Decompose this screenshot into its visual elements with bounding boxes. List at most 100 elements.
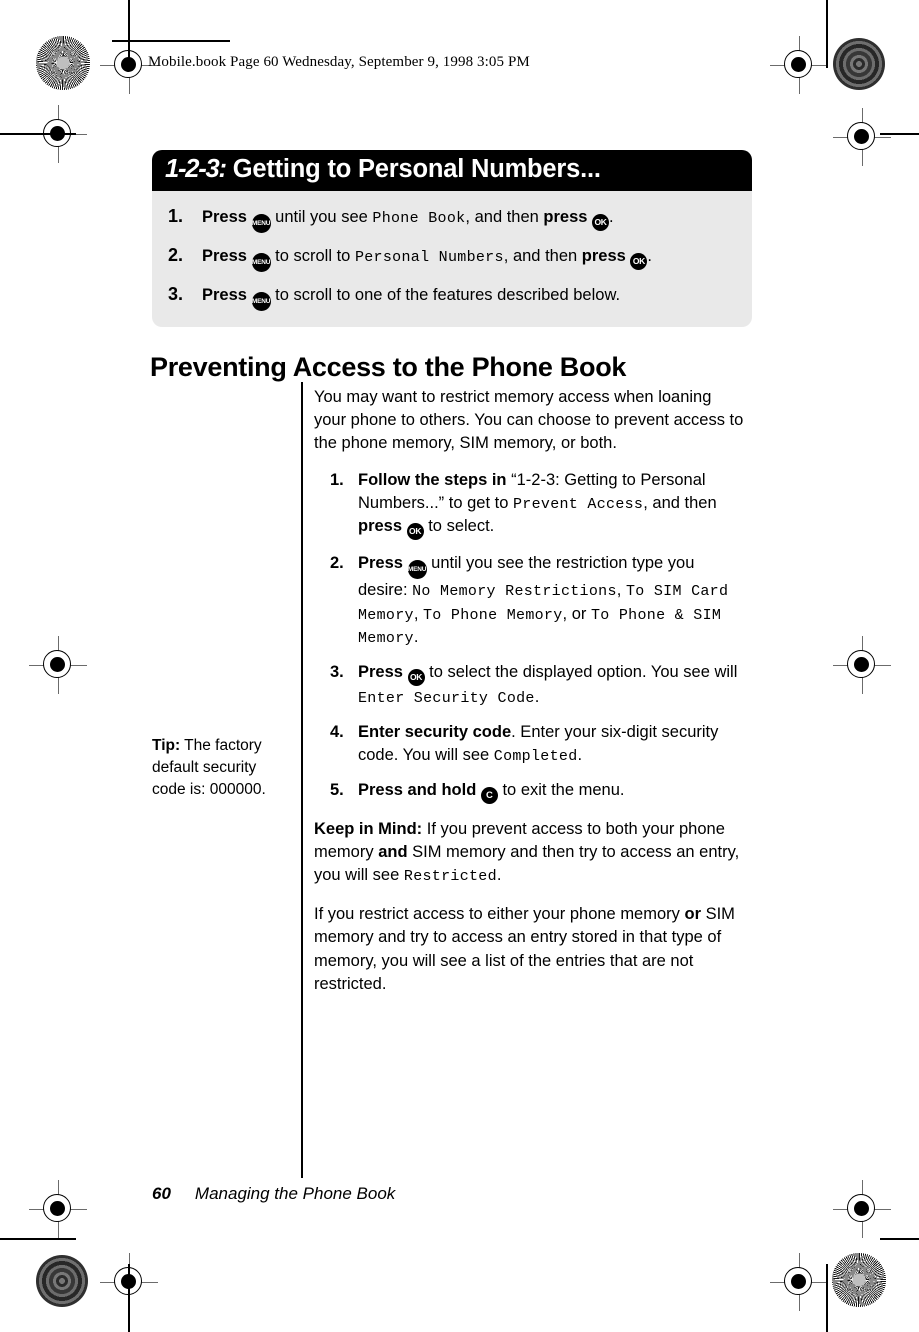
procedure-step-2-text-e: . [413, 627, 419, 646]
menu-key-icon: MENU [251, 213, 271, 233]
running-header-text: Mobile.book Page 60 Wednesday, September… [148, 54, 530, 70]
keep-in-mind-bold-a: and [378, 843, 408, 862]
trim-line-top-right-horizontal [880, 133, 919, 135]
tip-label: Tip: [152, 737, 181, 754]
menu-key-icon: MENU [251, 252, 271, 272]
callout-step-1-press2-label: press [543, 207, 588, 226]
procedure-step-4-text-b: . [577, 745, 583, 764]
keep-in-mind-text-c: . [496, 866, 502, 885]
procedure-step-3-display-a: Enter Security Code [358, 689, 535, 707]
registration-target-mark-top-right [833, 38, 885, 90]
procedure-step-3-text-b: . [534, 687, 540, 706]
trim-line-right-vertical [826, 0, 828, 68]
procedure-list: 1. Follow the steps in “1-2-3: Getting t… [314, 469, 748, 805]
page-footer: 60 Managing the Phone Book [152, 1184, 395, 1204]
trim-line-bottom-left-horizontal [0, 1238, 76, 1240]
ok-key-icon: OK [407, 668, 425, 686]
crosshair-mark-bottom-right-upper [833, 1180, 891, 1238]
procedure-step-3-text-a: to select the displayed option. You see … [429, 662, 738, 681]
procedure-step-1-number: 1. [330, 471, 344, 490]
trim-line-top-left-horizontal [0, 133, 76, 135]
column-divider-rule [301, 382, 303, 1178]
callout-step-1-display-text: Phone Book [372, 209, 466, 227]
keep-in-mind-display-a: Restricted [403, 868, 497, 886]
callout-step-1-press-label: Press [202, 207, 247, 226]
callout-step-3-text: Press MENU to scroll to one of the featu… [202, 284, 736, 311]
keep-in-mind-paragraph: Keep in Mind: If you prevent access to b… [314, 818, 748, 887]
procedure-step-2-number: 2. [330, 554, 344, 573]
tip-note: Tip: The factory default security code i… [152, 735, 287, 801]
callout-step-2: 2. Press MENU to scroll to Personal Numb… [168, 242, 736, 272]
procedure-step-4: 4. Enter security code. Enter your six-d… [314, 721, 748, 767]
ok-key-icon: OK [592, 213, 610, 231]
menu-key-icon: MENU [251, 291, 271, 311]
procedure-step-1: 1. Follow the steps in “1-2-3: Getting t… [314, 469, 748, 541]
callout-step-1: 1. Press MENU until you see Phone Book, … [168, 203, 736, 233]
callout-step-3-mid: to scroll to one of the features describ… [275, 285, 621, 304]
callout-step-2-end: . [647, 246, 652, 265]
page-title: Preventing Access to the Phone Book [150, 352, 627, 383]
clear-key-icon: C [480, 787, 498, 805]
crosshair-mark-bottom-right-inner [770, 1253, 828, 1311]
closing-bold-a: or [684, 905, 702, 924]
procedure-step-3-text: Press OK to select the displayed option.… [358, 661, 748, 709]
callout-step-1-mid2: , and then [465, 207, 539, 226]
trim-line-bottom-right-vertical [826, 1264, 828, 1332]
procedure-step-2-bold-lead: Press [358, 554, 403, 573]
footer-chapter-title: Managing the Phone Book [194, 1184, 396, 1203]
callout-step-2-press2-label: press [581, 246, 626, 265]
procedure-step-1-bold-lead: Follow the steps in [358, 471, 507, 490]
callout-step-1-end: . [609, 207, 614, 226]
callout-step-3: 3. Press MENU to scroll to one of the fe… [168, 281, 736, 311]
callout-title-number: 1-2-3: [165, 155, 227, 183]
crosshair-mark-middle-left [29, 636, 87, 694]
registration-target-mark-bottom-left [36, 1255, 88, 1307]
trim-line-left-vertical [128, 0, 130, 68]
procedure-step-3-bold-lead: Press [358, 662, 403, 681]
procedure-step-4-bold-lead: Enter security code [358, 722, 512, 741]
callout-step-2-mid2: , and then [503, 246, 578, 265]
callout-step-1-mid: until you see [275, 207, 368, 226]
procedure-step-4-text: Enter security code. Enter your six-digi… [358, 721, 748, 767]
callout-step-2-mid: to scroll to [275, 246, 351, 265]
ok-key-icon: OK [406, 523, 424, 541]
procedure-step-5-number: 5. [330, 781, 344, 800]
callout-step-1-number: 1. [168, 205, 184, 226]
callout-step-3-press-label: Press [202, 285, 247, 304]
procedure-step-3: 3. Press OK to select the displayed opti… [314, 661, 748, 709]
registration-burst-mark-bottom-right [832, 1253, 886, 1307]
procedure-step-1-text-c: to select. [428, 517, 495, 536]
closing-paragraph: If you restrict access to either your ph… [314, 903, 748, 995]
procedure-step-2-display-a: No Memory Restrictions [412, 583, 617, 601]
procedure-step-1-display-a: Prevent Access [513, 496, 644, 514]
procedure-step-2-text-b: , [616, 581, 622, 600]
procedure-step-2-text: Press MENU until you see the restriction… [358, 552, 748, 648]
procedure-step-3-number: 3. [330, 662, 344, 681]
trim-line-bottom-left-vertical [128, 1264, 130, 1332]
callout-step-2-display-text: Personal Numbers [354, 248, 504, 266]
footer-page-number: 60 [152, 1184, 171, 1203]
procedure-step-4-display-a: Completed [493, 747, 578, 765]
intro-paragraph: You may want to restrict memory access w… [314, 388, 744, 453]
procedure-step-5-text-a: to exit the menu. [502, 781, 625, 800]
procedure-step-2-display-c: To Phone Memory [423, 606, 563, 624]
callout-title-bar: 1-2-3: Getting to Personal Numbers... [152, 150, 752, 191]
callout-step-2-text: Press MENU to scroll to Personal Numbers… [202, 245, 736, 272]
closing-text-a: If you restrict access to either your ph… [314, 905, 680, 924]
procedure-step-1-text-b: , and then [643, 494, 717, 513]
menu-key-icon: MENU [407, 560, 427, 580]
procedure-step-2-text-d: , or [562, 604, 587, 623]
procedure-step-5-bold-lead: Press and hold [358, 781, 477, 800]
crosshair-mark-top-right-lower [833, 108, 891, 166]
callout-title-text: Getting to Personal Numbers... [232, 155, 601, 183]
callout-step-3-number: 3. [168, 283, 184, 304]
procedure-step-1-text: Follow the steps in “1-2-3: Getting to P… [358, 469, 748, 541]
keep-in-mind-label: Keep in Mind: [314, 820, 423, 839]
getting-to-personal-numbers-callout: 1-2-3: Getting to Personal Numbers... 1.… [152, 150, 752, 327]
callout-step-2-press-label: Press [202, 246, 247, 265]
crosshair-mark-top-right-inner [770, 36, 828, 94]
procedure-step-5-text: Press and hold C to exit the menu. [358, 779, 748, 805]
procedure-step-4-number: 4. [330, 722, 344, 741]
running-header-rule [112, 40, 230, 42]
procedure-step-2-text-c: , [413, 604, 419, 623]
